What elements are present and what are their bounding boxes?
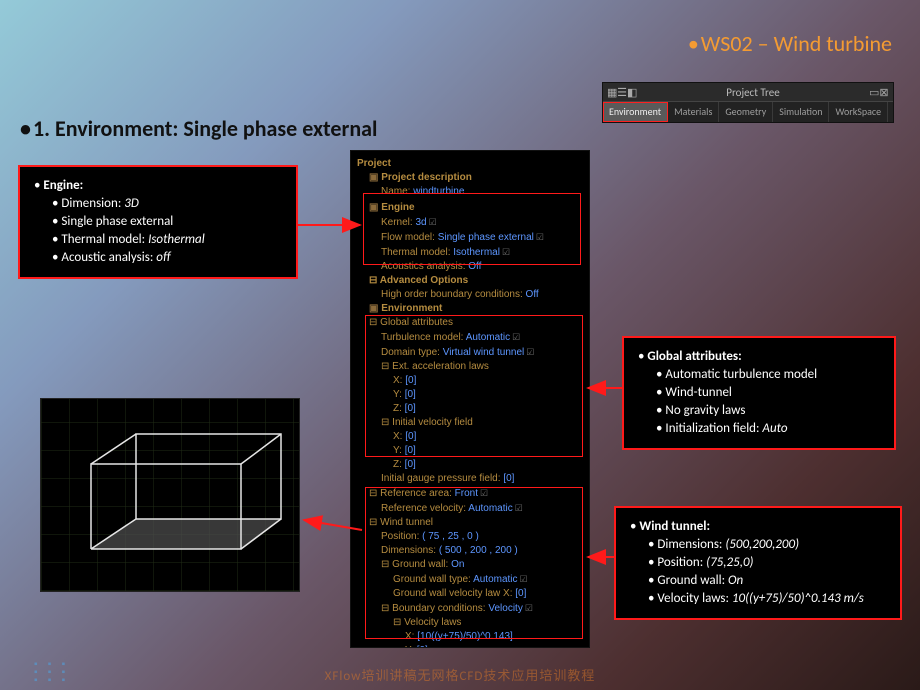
callout-global-l2: Wind-tunnel bbox=[638, 384, 880, 402]
callout-global-l4: Initialization field: Auto bbox=[638, 420, 880, 438]
minimize-icon[interactable]: ▭ bbox=[869, 86, 879, 99]
corner-dots: ▪ ▪ ▪▪ ▪ ▪▪ ▪ ▪ bbox=[34, 660, 69, 684]
viewport-3d bbox=[40, 398, 300, 592]
callout-global: Global attributes: Automatic turbulence … bbox=[622, 336, 896, 450]
grid-icon[interactable]: ▦ bbox=[607, 86, 617, 99]
tab-workspace[interactable]: WorkSpace bbox=[829, 102, 888, 122]
callout-engine-l1: Dimension: 3D bbox=[34, 195, 282, 213]
window-icons-left: ▦☰◧ bbox=[607, 86, 637, 99]
redbox-global bbox=[365, 315, 583, 457]
project-tree-window: ▦☰◧ Project Tree ▭⊠ Environment Material… bbox=[602, 82, 894, 123]
redbox-engine bbox=[363, 193, 581, 265]
callout-global-l3: No gravity laws bbox=[638, 402, 880, 420]
pin-icon[interactable]: ◧ bbox=[627, 86, 637, 99]
close-icon[interactable]: ⊠ bbox=[879, 86, 889, 99]
node-ivf-z[interactable]: Z: [0] bbox=[355, 458, 585, 472]
wireframe-box-icon bbox=[41, 399, 301, 593]
node-project[interactable]: Project bbox=[355, 157, 585, 171]
callout-engine-l3: Thermal model: Isothermal bbox=[34, 231, 282, 249]
redbox-windtunnel bbox=[365, 487, 583, 639]
tab-geometry[interactable]: Geometry bbox=[719, 102, 773, 122]
project-tree-tabs: Environment Materials Geometry Simulatio… bbox=[603, 101, 893, 122]
callout-wt-title: Wind tunnel: bbox=[630, 518, 886, 536]
callout-global-title: Global attributes: bbox=[638, 348, 880, 366]
node-environment[interactable]: ▣ Environment bbox=[355, 302, 585, 316]
window-icons-right: ▭⊠ bbox=[869, 86, 889, 99]
heading: •1. Environment: Single phase external bbox=[20, 115, 377, 142]
node-high-order-bc[interactable]: High order boundary conditions: Off bbox=[355, 288, 585, 302]
callout-engine: Engine: Dimension: 3D Single phase exter… bbox=[18, 165, 298, 279]
tab-simulation[interactable]: Simulation bbox=[773, 102, 829, 122]
footer: XFlow培训讲稿无网格CFD技术应用培训教程 bbox=[0, 665, 920, 684]
tab-environment[interactable]: Environment bbox=[603, 102, 668, 122]
callout-wt-l3: Ground wall: On bbox=[630, 572, 886, 590]
node-advanced-options[interactable]: ⊟ Advanced Options bbox=[355, 274, 585, 288]
heading-text: 1. Environment: Single phase external bbox=[33, 115, 377, 142]
callout-wt-l1: Dimensions: (500,200,200) bbox=[630, 536, 886, 554]
tab-materials[interactable]: Materials bbox=[668, 102, 719, 122]
node-initial-gauge-pressure[interactable]: Initial gauge pressure field: [0] bbox=[355, 472, 585, 486]
callout-engine-l4: Acoustic analysis: off bbox=[34, 249, 282, 267]
project-tree-title: Project Tree bbox=[637, 86, 869, 99]
node-project-description[interactable]: ▣ Project description bbox=[355, 171, 585, 185]
callout-windtunnel: Wind tunnel: Dimensions: (500,200,200) P… bbox=[614, 506, 902, 620]
slide-title-text: WS02 – Wind turbine bbox=[701, 30, 892, 57]
node-vlaw-y[interactable]: Y: [0] bbox=[355, 644, 585, 648]
slide-title: •WS02 – Wind turbine bbox=[688, 30, 892, 57]
callout-global-l1: Automatic turbulence model bbox=[638, 366, 880, 384]
project-tree-titlebar: ▦☰◧ Project Tree ▭⊠ bbox=[603, 83, 893, 101]
callout-engine-l2: Single phase external bbox=[34, 213, 282, 231]
callout-engine-title: Engine: bbox=[34, 177, 282, 195]
layers-icon[interactable]: ☰ bbox=[617, 86, 627, 99]
callout-wt-l4: Velocity laws: 10((y+75)/50)^0.143 m/s bbox=[630, 590, 886, 608]
callout-wt-l2: Position: (75,25,0) bbox=[630, 554, 886, 572]
project-tree-listing: Project ▣ Project description Name: wind… bbox=[350, 150, 590, 648]
